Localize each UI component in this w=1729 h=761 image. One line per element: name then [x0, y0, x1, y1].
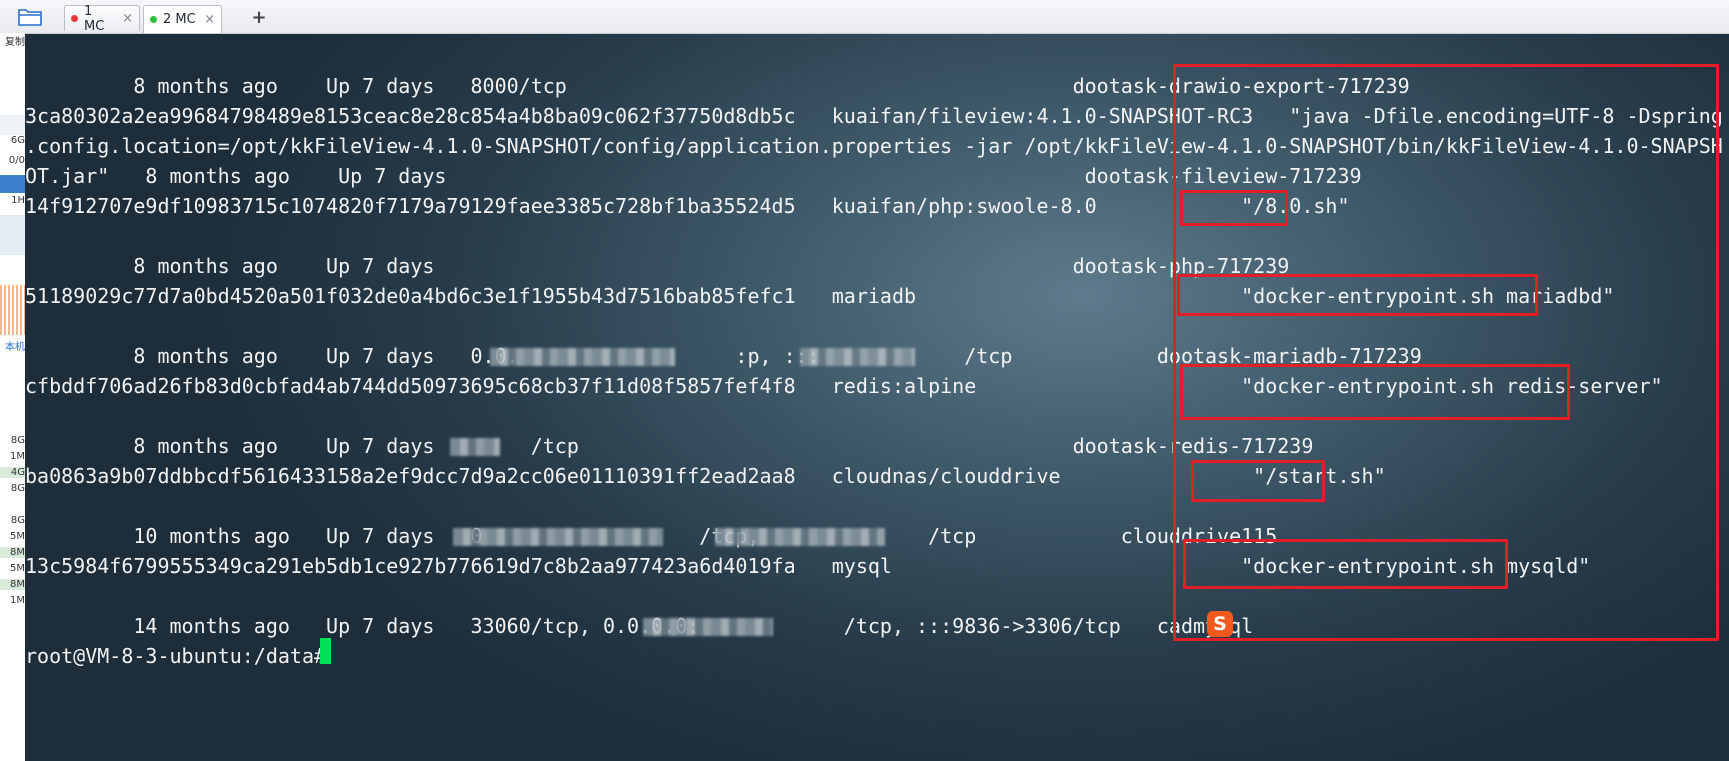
side-item: 8M [0, 547, 25, 558]
status-dot [71, 15, 78, 22]
side-item: 6G [10, 135, 25, 146]
side-item: 8G [10, 515, 25, 526]
redacted-region [453, 528, 663, 546]
side-item: 0/0 [8, 155, 25, 166]
terminal-line: 8 months ago Up 7 days dootask-php-71723… [25, 254, 1290, 278]
redacted-region [450, 438, 500, 456]
tab-label: 2 MC [163, 12, 196, 27]
redacted-region [490, 348, 675, 366]
side-item: 4G [0, 467, 25, 478]
redacted-region [643, 618, 773, 636]
terminal-line: 14 months ago Up 7 days 33060/tcp, 0.0.0… [25, 614, 1254, 638]
side-item: 8M [0, 579, 25, 590]
highlight-box-mariadbd [1177, 274, 1538, 316]
terminal-cursor [320, 638, 331, 664]
highlight-box-start-script [1180, 190, 1288, 226]
side-item: 8G [10, 435, 25, 446]
side-item: 1M [10, 451, 25, 462]
side-item: 5M [10, 531, 25, 542]
side-item: 本机 [5, 342, 25, 353]
tab-1-mc[interactable]: 1 MC × [64, 3, 140, 34]
tab-label: 1 MC [84, 3, 105, 34]
highlight-box-redis-server [1180, 364, 1570, 420]
terminal-prompt: root@VM-8-3-ubuntu:/data# [25, 644, 339, 668]
side-item: 复制 [5, 37, 25, 48]
highlight-box-start-sh [1191, 460, 1325, 502]
side-panel: 复制 6G 0/0 1H 本机 8G 1M 4G 8G 8G 5M 8M 5M … [0, 33, 26, 761]
terminal-window[interactable]: 8 months ago Up 7 days 8000/tcp dootask-… [25, 34, 1729, 761]
side-item: 5M [10, 563, 25, 574]
close-icon[interactable]: × [122, 11, 133, 26]
add-tab-button[interactable]: + [250, 6, 268, 28]
folder-icon[interactable] [0, 0, 60, 33]
tab-2-mc[interactable]: 2 MC × [143, 5, 222, 33]
redacted-region [715, 528, 885, 546]
terminal-line: 8 months ago Up 7 days /tcp dootask-redi… [25, 434, 1314, 458]
close-icon[interactable]: × [204, 12, 215, 27]
redacted-region [800, 348, 915, 366]
side-item: 8G [10, 483, 25, 494]
side-item: 1M [10, 595, 25, 606]
side-item: 1H [11, 195, 25, 206]
highlight-box-mysqld [1183, 539, 1508, 589]
tab-bar: 1 MC × 2 MC × + [0, 0, 1729, 34]
ime-indicator-icon[interactable]: S [1207, 611, 1233, 637]
terminal-line: 14f912707e9df10983715c1074820f7179a79129… [25, 194, 1350, 218]
status-dot [150, 16, 157, 23]
terminal-line: OT.jar" 8 months ago Up 7 days dootask-f… [25, 164, 1362, 188]
